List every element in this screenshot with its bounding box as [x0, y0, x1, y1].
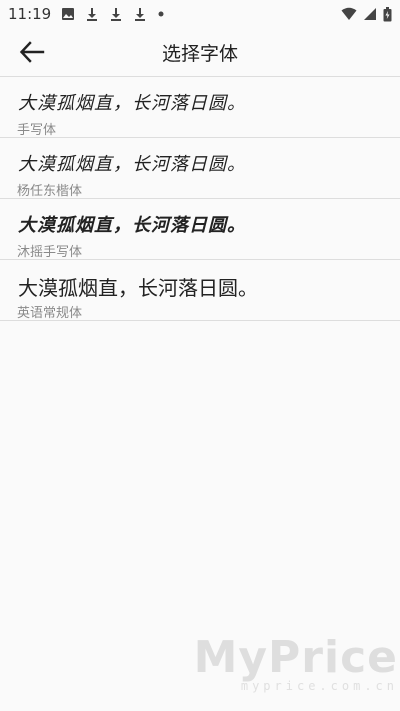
font-sample: 大漠孤烟直，长河落日圆。: [18, 93, 246, 114]
font-sample: 大漠孤烟直，长河落日圆。: [18, 276, 258, 300]
font-name: 手写体: [17, 123, 57, 138]
watermark: MyPrice myprice.com.cn: [194, 632, 398, 693]
font-list: 大漠孤烟直，长河落日圆。 手写体 大漠孤烟直，长河落日圆。 杨任东楷体 大漠孤烟…: [0, 76, 400, 321]
status-bar: 11:19: [0, 0, 400, 28]
status-time: 11:19: [8, 5, 52, 23]
page-title: 选择字体: [161, 42, 238, 65]
wifi-icon: [341, 7, 357, 21]
font-name: 英语常规体: [17, 306, 83, 321]
font-option-muyao-handwriting[interactable]: 大漠孤烟直，长河落日圆。 沐摇手写体: [0, 199, 400, 260]
font-option-handwriting[interactable]: 大漠孤烟直，长河落日圆。 手写体: [0, 77, 400, 138]
signal-icon: [363, 7, 377, 21]
download-icon: [85, 7, 99, 21]
download-icon: [109, 7, 123, 21]
image-icon: [61, 7, 75, 21]
app-bar: 选择字体: [0, 28, 400, 76]
watermark-logo: MyPrice: [193, 632, 398, 683]
battery-icon: [383, 6, 392, 22]
font-name: 沐摇手写体: [17, 245, 83, 260]
status-right: [341, 6, 392, 22]
dot-icon: [157, 10, 165, 18]
screen: 11:19 选择字体 大漠孤烟直，长河落日圆。 手写体 大漠孤烟直，长河落日圆。…: [0, 0, 400, 711]
font-option-yangrendong-kai[interactable]: 大漠孤烟直，长河落日圆。 杨任东楷体: [0, 138, 400, 199]
font-name: 杨任东楷体: [17, 184, 83, 199]
font-option-english-regular[interactable]: 大漠孤烟直，长河落日圆。 英语常规体: [0, 260, 400, 321]
font-sample: 大漠孤烟直，长河落日圆。: [18, 154, 246, 174]
arrow-left-icon: [19, 41, 45, 63]
download-icon: [133, 7, 147, 21]
back-button[interactable]: [16, 38, 48, 66]
status-left: 11:19: [8, 5, 165, 23]
font-sample: 大漠孤烟直，长河落日圆。: [18, 215, 246, 236]
